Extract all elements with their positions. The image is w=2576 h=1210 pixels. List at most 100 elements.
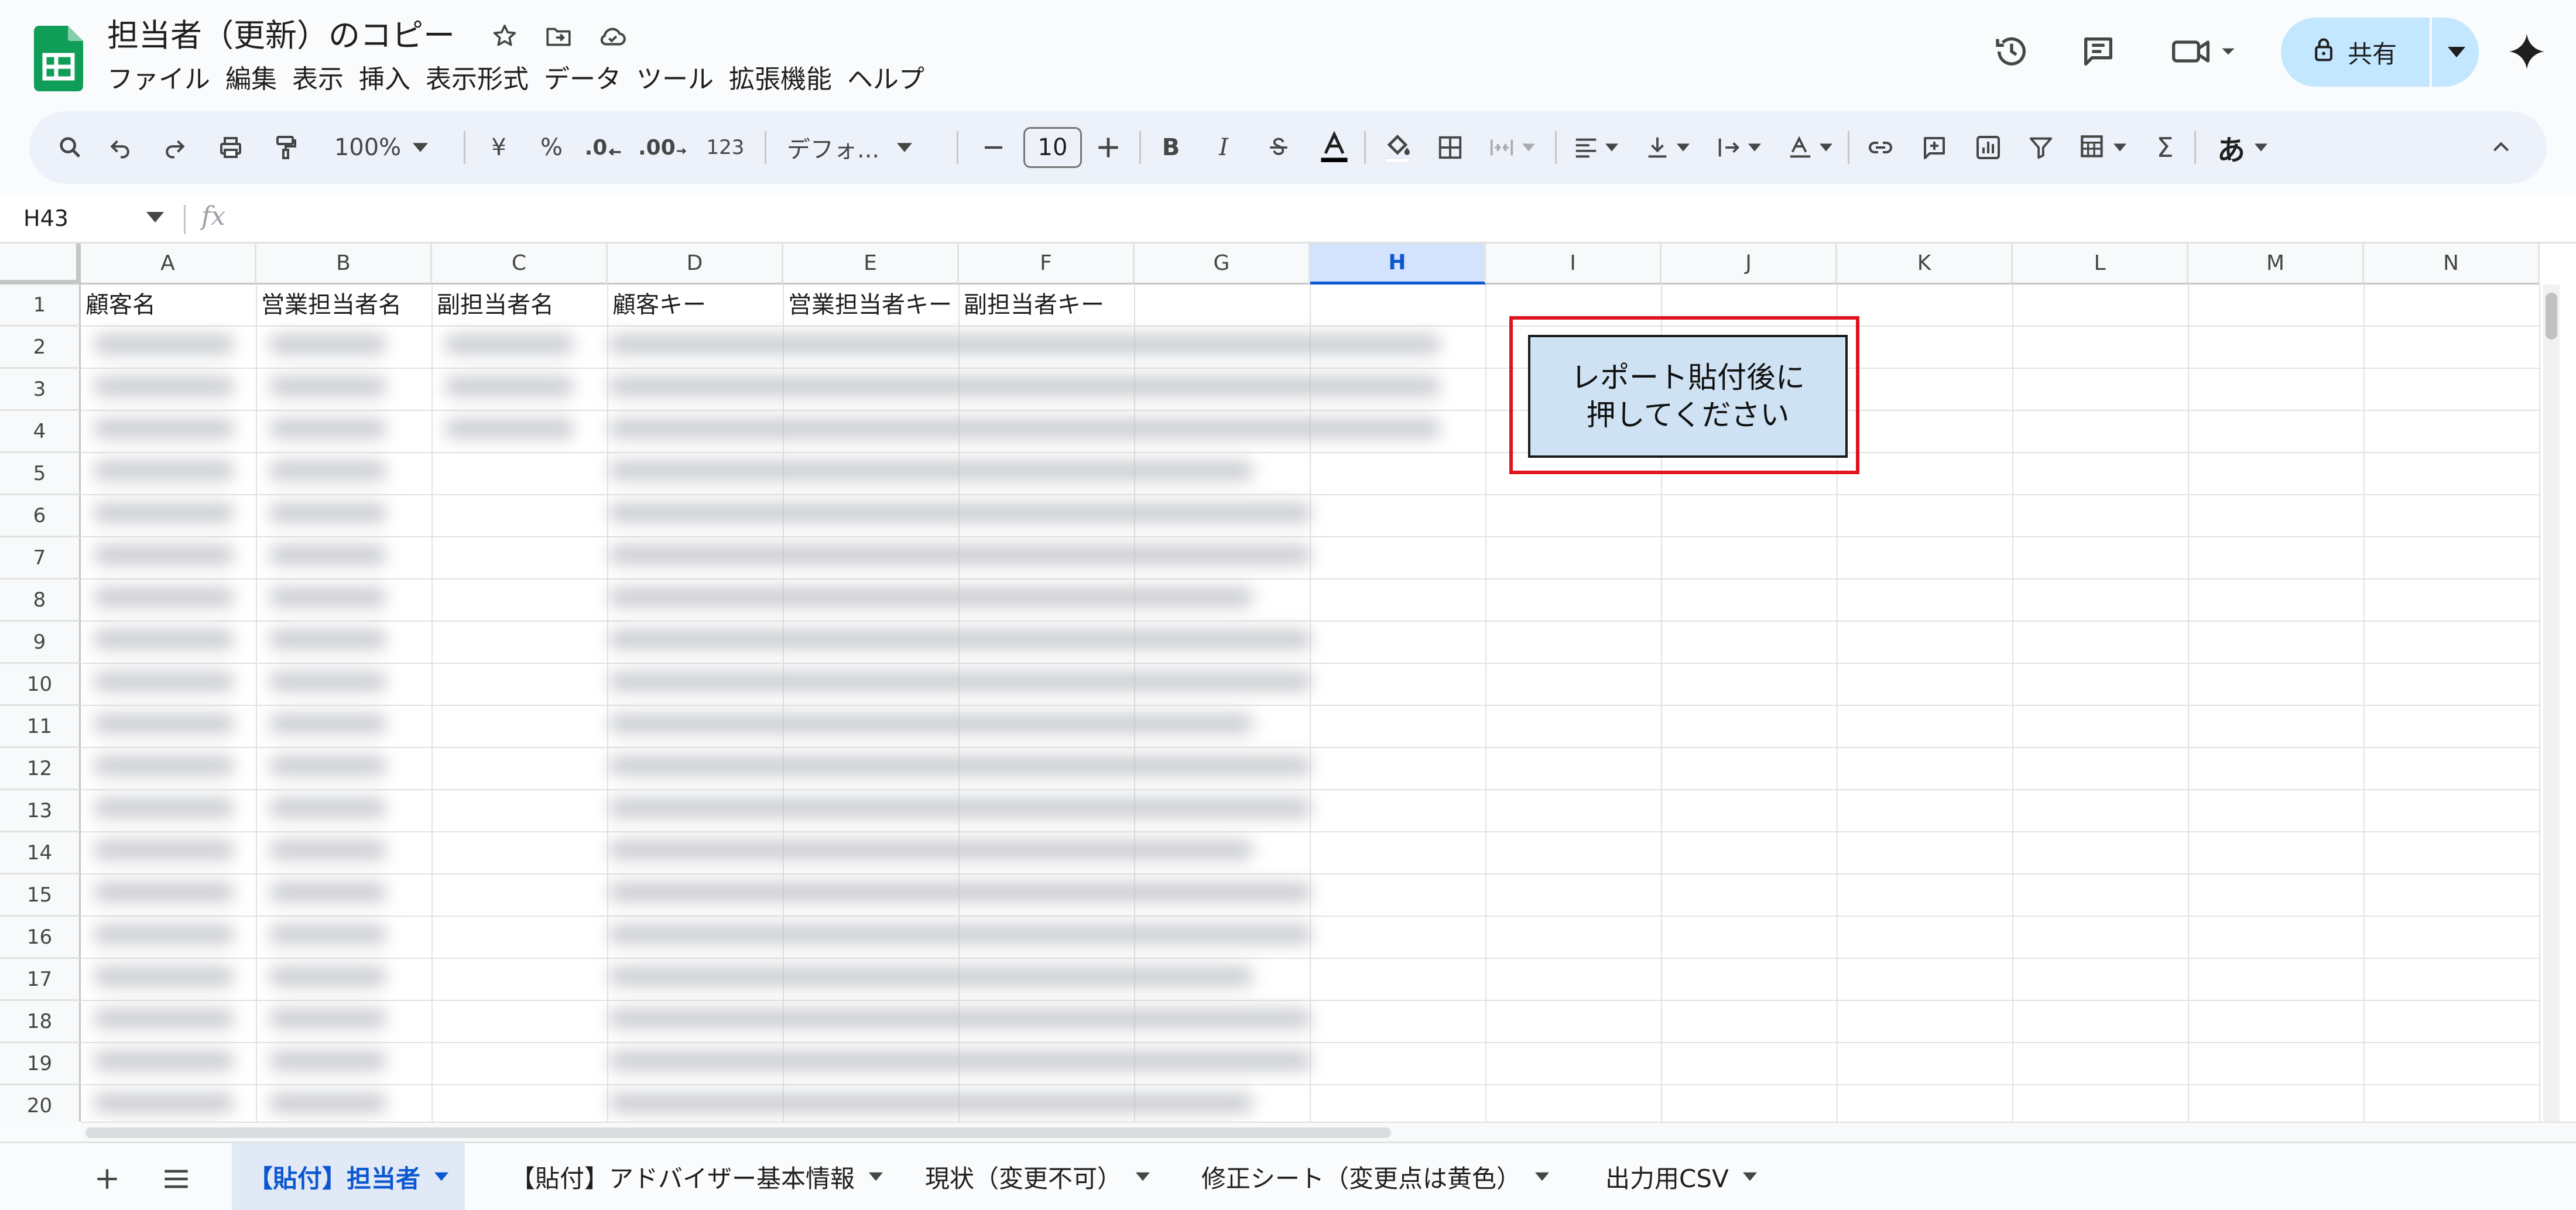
row-header-6[interactable]: 6 xyxy=(0,495,81,537)
menu-view[interactable]: 表示 xyxy=(292,61,359,98)
cell-c1[interactable]: 副担当者名 xyxy=(437,284,554,325)
meet-icon[interactable] xyxy=(2164,28,2246,75)
zoom-select[interactable]: 100% xyxy=(331,111,431,184)
number-format-button[interactable]: 123 xyxy=(700,111,751,184)
row-header-20[interactable]: 20 xyxy=(0,1085,81,1122)
collapse-menus-icon[interactable] xyxy=(2482,111,2520,184)
gemini-sparkle-icon[interactable] xyxy=(2503,28,2550,75)
row-header-14[interactable]: 14 xyxy=(0,832,81,875)
cell-f1[interactable]: 副担当者キー xyxy=(964,284,1104,325)
cell-d1[interactable]: 顧客キー xyxy=(612,284,706,325)
font-size-input[interactable]: 10 xyxy=(1023,127,1082,168)
column-header-l[interactable]: L xyxy=(2013,244,2188,284)
font-family-select[interactable]: デフォ... xyxy=(781,111,951,184)
sheet-tab-tantousha[interactable]: 【貼付】担当者 xyxy=(232,1143,465,1210)
select-all-corner[interactable] xyxy=(0,244,81,284)
column-header-a[interactable]: A xyxy=(81,244,256,284)
menu-edit[interactable]: 編集 xyxy=(225,61,292,98)
row-header-9[interactable]: 9 xyxy=(0,622,81,664)
sheets-logo-icon[interactable] xyxy=(34,26,83,91)
input-tools-button[interactable]: あ xyxy=(2207,111,2277,184)
column-header-k[interactable]: K xyxy=(1837,244,2013,284)
filter-views-icon[interactable] xyxy=(2070,111,2135,184)
column-header-i[interactable]: I xyxy=(1486,244,1662,284)
row-header-17[interactable]: 17 xyxy=(0,959,81,1001)
search-menus-icon[interactable] xyxy=(53,111,88,184)
column-header-j[interactable]: J xyxy=(1662,244,1837,284)
column-header-c[interactable]: C xyxy=(432,244,608,284)
cell-a1[interactable]: 顧客名 xyxy=(85,284,156,325)
column-header-f[interactable]: F xyxy=(959,244,1135,284)
comments-icon[interactable] xyxy=(2075,28,2122,75)
row-header-16[interactable]: 16 xyxy=(0,917,81,959)
report-pasted-button[interactable]: レポート貼付後に 押してください xyxy=(1528,335,1848,458)
decrease-font-size-icon[interactable] xyxy=(973,111,1014,184)
document-title[interactable]: 担当者（更新）のコピー xyxy=(107,15,455,56)
row-header-19[interactable]: 19 xyxy=(0,1043,81,1085)
insert-chart-icon[interactable] xyxy=(1969,111,2007,184)
row-header-5[interactable]: 5 xyxy=(0,453,81,495)
insert-link-icon[interactable] xyxy=(1862,111,1899,184)
row-header-8[interactable]: 8 xyxy=(0,580,81,622)
borders-icon[interactable] xyxy=(1431,111,1469,184)
row-header-15[interactable]: 15 xyxy=(0,875,81,917)
chevron-down-icon[interactable] xyxy=(146,208,164,228)
decrease-decimal-button[interactable]: .0 xyxy=(583,111,624,184)
menu-extensions[interactable]: 拡張機能 xyxy=(729,61,847,98)
column-header-e[interactable]: E xyxy=(783,244,959,284)
sheet-tab-advisor[interactable]: 【貼付】アドバイザー基本情報 xyxy=(494,1143,899,1210)
row-header-7[interactable]: 7 xyxy=(0,537,81,580)
cell-b1[interactable]: 営業担当者名 xyxy=(261,284,402,325)
version-history-icon[interactable] xyxy=(1988,28,2035,75)
column-header-h[interactable]: H xyxy=(1310,244,1486,284)
paint-format-icon[interactable] xyxy=(267,111,304,184)
menu-help[interactable]: ヘルプ xyxy=(847,61,940,98)
all-sheets-icon[interactable] xyxy=(156,1158,197,1199)
vertical-align-icon[interactable] xyxy=(1635,111,1699,184)
horizontal-scrollbar[interactable] xyxy=(81,1122,2576,1143)
menu-tools[interactable]: ツール xyxy=(636,61,729,98)
sheet-tab-fix[interactable]: 修正シート（変更点は黄色） xyxy=(1185,1143,1566,1210)
row-header-11[interactable]: 11 xyxy=(0,706,81,748)
vertical-scrollbar[interactable] xyxy=(2543,284,2560,1122)
strikethrough-icon[interactable] xyxy=(1261,111,1296,184)
spreadsheet-grid[interactable]: ABCDEFGHIJKLMN 1 2 3 4 5 6 7 8 9 10 11 12 13 14 15 16 17… xyxy=(0,244,2576,1122)
redo-icon[interactable] xyxy=(157,111,192,184)
print-icon[interactable] xyxy=(212,111,249,184)
row-header-3[interactable]: 3 xyxy=(0,369,81,411)
row-header-18[interactable]: 18 xyxy=(0,1001,81,1043)
increase-decimal-button[interactable]: .00 xyxy=(638,111,687,184)
share-dropdown-icon[interactable] xyxy=(2439,18,2474,87)
column-header-n[interactable]: N xyxy=(2364,244,2540,284)
share-button[interactable]: 共有 xyxy=(2281,18,2479,87)
insert-comment-icon[interactable] xyxy=(1916,111,1953,184)
column-header-m[interactable]: M xyxy=(2188,244,2364,284)
row-header-12[interactable]: 12 xyxy=(0,748,81,790)
row-header-10[interactable]: 10 xyxy=(0,664,81,706)
bold-button[interactable]: B xyxy=(1153,111,1188,184)
row-header-1[interactable]: 1 xyxy=(0,284,81,327)
row-header-13[interactable]: 13 xyxy=(0,790,81,832)
horizontal-align-icon[interactable] xyxy=(1563,111,1628,184)
increase-font-size-icon[interactable] xyxy=(1088,111,1129,184)
italic-button[interactable]: I xyxy=(1206,111,1241,184)
sheet-tab-current[interactable]: 現状（変更不可） xyxy=(909,1143,1166,1210)
filter-icon[interactable] xyxy=(2022,111,2060,184)
percent-format-button[interactable]: % xyxy=(534,111,569,184)
move-folder-icon[interactable] xyxy=(542,20,575,53)
star-icon[interactable] xyxy=(488,20,521,53)
cloud-saved-icon[interactable] xyxy=(596,20,629,53)
sheet-tab-csv[interactable]: 出力用CSV xyxy=(1589,1143,1773,1210)
merge-cells-icon[interactable] xyxy=(1477,111,1547,184)
menu-file[interactable]: ファイル xyxy=(107,61,225,98)
text-rotation-icon[interactable] xyxy=(1777,111,1842,184)
functions-button[interactable]: Σ xyxy=(2146,111,2184,184)
cell-e1[interactable]: 営業担当者キー xyxy=(788,284,952,325)
menu-data[interactable]: データ xyxy=(544,61,636,98)
menu-format[interactable]: 表示形式 xyxy=(426,61,544,98)
fill-color-icon[interactable] xyxy=(1377,111,1418,184)
undo-icon[interactable] xyxy=(103,111,138,184)
text-wrapping-icon[interactable] xyxy=(1706,111,1770,184)
text-color-icon[interactable] xyxy=(1313,111,1356,184)
column-header-b[interactable]: B xyxy=(256,244,432,284)
